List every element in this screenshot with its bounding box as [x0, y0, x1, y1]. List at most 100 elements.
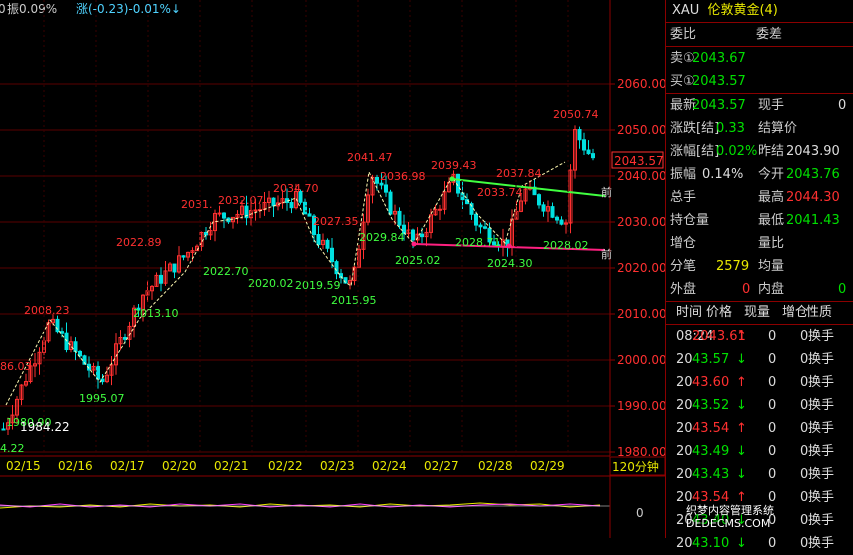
zhangfu-label: 涨幅[结] — [670, 144, 720, 159]
buy-label: 买① — [670, 74, 695, 89]
date-label: 02/20 — [162, 459, 197, 473]
annotation-low: 2028.71 — [455, 236, 501, 249]
annotation-high: 2031. — [181, 198, 213, 211]
symbol-name: 伦敦黄金(4) — [707, 3, 778, 18]
line-label-support: 前 — [601, 247, 612, 261]
zuojie-label: 昨结 — [758, 144, 785, 159]
candle-body — [411, 229, 415, 241]
date-label: 02/23 — [320, 459, 355, 473]
annotation-high: 2034.70 — [273, 182, 319, 195]
tick-volume: 0 — [768, 352, 777, 367]
tick-volume: 0 — [768, 467, 777, 482]
sub-zero-label: 0 — [636, 506, 644, 520]
tick-row: 20 43.54 ↑ 0 0 换手 — [666, 417, 853, 440]
tick-time: 20 — [676, 536, 693, 551]
candle-body — [307, 213, 312, 217]
tick-volume: 0 — [768, 444, 777, 459]
candle-body — [1, 428, 6, 431]
liangbi-label: 量比 — [758, 236, 785, 251]
quote-panel: XAU 伦敦黄金(4) 委比 委差 卖① 2043.67 买① 2043.57 最新 2… — [665, 0, 853, 551]
annotation-high: 2050.74 — [553, 108, 599, 121]
price-tick-label: 2050.00 — [617, 123, 665, 137]
top-change: 涨(-0.23)-0.01%↓ — [76, 1, 181, 16]
tick-time: 20 — [676, 467, 693, 482]
tick-row: 20 43.57 ↓ 0 0 换手 — [666, 348, 853, 371]
col-nature: 性质 — [806, 305, 833, 320]
annotation-low: 2015.95 — [331, 294, 377, 307]
waipan-value: 0 — [742, 282, 751, 297]
tick-time: 20 — [676, 398, 693, 413]
weicha-label: 委差 — [756, 27, 783, 42]
tick-time: 20 — [676, 352, 693, 367]
zhangfu-value: 0.02% — [716, 144, 758, 159]
col-volume: 现量 — [744, 305, 771, 320]
tick-volume: 0 — [768, 329, 777, 344]
annotation-low: 2020.02 — [248, 277, 294, 290]
jinkai-label: 今开 — [758, 167, 785, 182]
fenbi-label: 分笔 — [670, 259, 697, 274]
candle-body — [541, 204, 546, 212]
candle-body — [555, 216, 559, 221]
date-label: 02/15 — [6, 459, 41, 473]
tick-direction: ↓ — [736, 352, 747, 367]
date-label: 02/16 — [58, 459, 93, 473]
tick-row: 20 43.43 ↓ 0 0 换手 — [666, 463, 853, 486]
tick-price: 43.52 — [692, 398, 730, 413]
tick-direction: ↓ — [736, 467, 747, 482]
top-amplitude: 振0.09% — [7, 2, 57, 16]
date-label: 02/28 — [478, 459, 513, 473]
candle-body — [591, 153, 595, 159]
tick-volume: 0 — [768, 398, 777, 413]
tick-nature: 换手 — [808, 536, 835, 551]
tick-nature: 换手 — [808, 375, 835, 390]
candle-body — [420, 233, 424, 238]
candle-body — [559, 219, 564, 225]
tick-row: 08:24 2043.61 ↑ 0 0 换手 — [666, 325, 853, 348]
annotation-low: 2028.02 — [543, 239, 589, 252]
candle-body — [375, 176, 379, 184]
candle-body — [222, 212, 226, 219]
sell-label: 卖① — [670, 51, 695, 66]
watermark: 织梦内容管理系统 DEDECMS.COM — [686, 504, 774, 530]
annotation-high: 2032.07 — [218, 194, 264, 207]
tick-volume: 0 — [768, 536, 777, 551]
candle-body — [483, 226, 487, 229]
timeframe-label[interactable]: 120分钟 — [612, 459, 659, 474]
tick-direction: ↓ — [736, 536, 747, 551]
annotation-low: 1984.22 — [20, 420, 70, 434]
annotation-low: 2022.70 — [203, 265, 249, 278]
xianshou-value: 0 — [838, 98, 847, 113]
neipan-label: 内盘 — [758, 282, 785, 297]
candle-body — [316, 234, 321, 246]
tick-volume: 0 — [768, 375, 777, 390]
tick-direction: ↓ — [736, 398, 747, 413]
annotation-high: 2037.84 — [496, 167, 542, 180]
candle-body — [55, 318, 60, 333]
tick-nature: 换手 — [808, 352, 835, 367]
annotation-low: 2025.02 — [395, 254, 441, 267]
candle-body — [582, 139, 586, 151]
waipan-label: 外盘 — [670, 282, 697, 297]
tick-time: 20 — [676, 444, 693, 459]
candle-body — [159, 274, 163, 284]
price-tick-label: 2060.00 — [617, 77, 665, 91]
candle-body — [379, 182, 384, 186]
symbol-code: XAU — [672, 3, 700, 18]
candle-body — [96, 365, 100, 380]
weibi-label: 委比 — [670, 27, 697, 42]
candle-body — [253, 209, 258, 212]
date-label: 02/24 — [372, 459, 407, 473]
annotation-low: 2013.10 — [133, 307, 179, 320]
price-tick-label: 2040.00 — [617, 169, 665, 183]
tick-price: 43.43 — [692, 467, 730, 482]
price-tick-label: 2010.00 — [617, 307, 665, 321]
price-chart[interactable]: 0 振0.09% 涨(-0.23)-0.01%↓ 2060.00 2050.00 2… — [0, 0, 665, 538]
zuigao-label: 最高 — [758, 190, 785, 205]
tick-price: 43.54 — [692, 421, 730, 436]
tick-nature: 换手 — [808, 467, 835, 482]
annotation-high: 2041.47 — [347, 151, 393, 164]
candle-body — [334, 261, 339, 275]
tick-price: 43.60 — [692, 375, 730, 390]
date-label: 02/21 — [214, 459, 249, 473]
candle-body — [181, 255, 186, 258]
